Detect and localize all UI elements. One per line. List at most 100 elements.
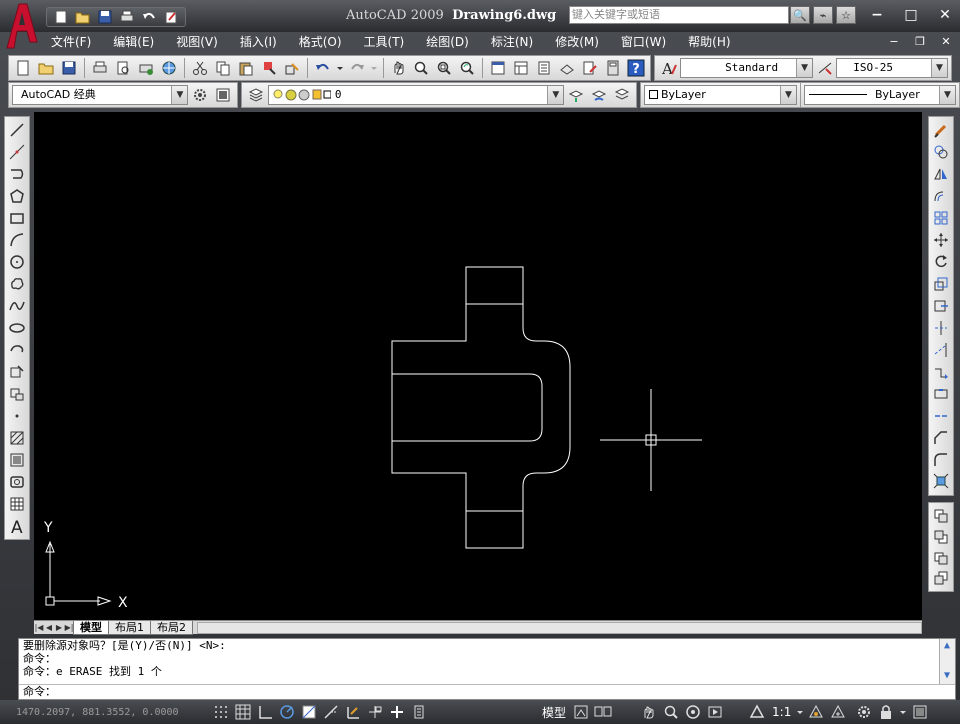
text-style-icon[interactable]: A xyxy=(658,57,679,79)
break-icon[interactable] xyxy=(930,383,952,404)
dynamic-input-icon[interactable] xyxy=(364,702,386,722)
spline-icon[interactable] xyxy=(6,296,28,317)
chamfer-icon[interactable] xyxy=(930,427,952,448)
chevron-down-icon[interactable]: ▼ xyxy=(171,86,188,104)
prev-tab-icon[interactable]: ◀ xyxy=(44,622,54,634)
doc-restore-icon[interactable]: ❐ xyxy=(914,36,926,48)
color-select[interactable]: ByLayer ▼ xyxy=(644,85,797,105)
ellipse-arc-icon[interactable] xyxy=(6,340,28,361)
3d-dwf-icon[interactable] xyxy=(158,57,180,79)
menu-dimension[interactable]: 标注(N) xyxy=(480,32,544,52)
next-tab-icon[interactable]: ▶ xyxy=(54,622,64,634)
revision-cloud-icon[interactable] xyxy=(6,274,28,295)
menu-modify[interactable]: 修改(M) xyxy=(544,32,610,52)
scale-icon[interactable] xyxy=(930,274,952,295)
tab-layout2[interactable]: 布局2 xyxy=(150,620,193,635)
break-at-point-icon[interactable] xyxy=(930,361,952,382)
hatch-icon[interactable] xyxy=(6,427,28,448)
bring-to-front-icon[interactable] xyxy=(930,506,952,526)
menu-format[interactable]: 格式(O) xyxy=(288,32,353,52)
new-icon[interactable] xyxy=(12,57,34,79)
properties-icon[interactable] xyxy=(487,57,509,79)
trim-icon[interactable] xyxy=(930,317,952,338)
redo-dropdown-icon[interactable] xyxy=(369,57,379,79)
layout-model-icon[interactable] xyxy=(570,702,592,722)
gradient-icon[interactable] xyxy=(6,449,28,470)
steeringwheel-icon[interactable] xyxy=(682,702,704,722)
save-icon[interactable] xyxy=(58,57,80,79)
polygon-icon[interactable] xyxy=(6,186,28,207)
clean-screen-icon[interactable] xyxy=(212,84,234,106)
publish-icon[interactable] xyxy=(135,57,157,79)
workspace-switching-gear-icon[interactable] xyxy=(853,702,875,722)
model-space-label[interactable]: 模型 xyxy=(538,704,570,721)
chevron-down-icon[interactable]: ▼ xyxy=(931,59,947,77)
chevron-down-icon[interactable]: ▼ xyxy=(796,59,813,77)
chevron-down-icon[interactable]: ▼ xyxy=(939,86,955,104)
pan-icon[interactable] xyxy=(638,702,660,722)
print-icon[interactable] xyxy=(117,8,137,26)
zoom-previous-icon[interactable] xyxy=(456,57,478,79)
extend-icon[interactable] xyxy=(930,339,952,360)
menu-window[interactable]: 窗口(W) xyxy=(610,32,677,52)
open-folder-icon[interactable] xyxy=(73,8,93,26)
favorites-star-icon[interactable]: ☆ xyxy=(836,6,856,24)
lineweight-icon[interactable] xyxy=(386,702,408,722)
doc-minimize-icon[interactable]: − xyxy=(888,36,900,48)
bottom-boss[interactable] xyxy=(465,510,524,549)
quickcalc-icon[interactable] xyxy=(602,57,624,79)
open-icon[interactable] xyxy=(35,57,57,79)
chevron-down-icon[interactable]: ▼ xyxy=(547,86,564,104)
zoom-realtime-icon[interactable] xyxy=(411,57,433,79)
plot-icon[interactable] xyxy=(89,57,111,79)
move-icon[interactable] xyxy=(930,230,952,251)
save-icon[interactable] xyxy=(95,8,115,26)
construction-line-icon[interactable] xyxy=(6,142,28,163)
sheet-set-manager-icon[interactable] xyxy=(556,57,578,79)
erase-icon[interactable] xyxy=(930,120,952,141)
plot-preview-icon[interactable] xyxy=(112,57,134,79)
doc-close-icon[interactable]: ✕ xyxy=(940,36,952,48)
circle-icon[interactable] xyxy=(6,252,28,273)
annotation-scale-icon[interactable] xyxy=(746,702,768,722)
offset-icon[interactable] xyxy=(930,186,952,207)
redo-icon[interactable] xyxy=(346,57,368,79)
array-icon[interactable] xyxy=(930,208,952,229)
object-snap-tracking-icon[interactable] xyxy=(320,702,342,722)
menu-edit[interactable]: 编辑(E) xyxy=(102,32,165,52)
polyline-icon[interactable] xyxy=(6,164,28,185)
quick-properties-icon[interactable] xyxy=(408,702,430,722)
zoom-window-icon[interactable] xyxy=(433,57,455,79)
fillet-icon[interactable] xyxy=(930,449,952,470)
edit-properties-icon[interactable] xyxy=(161,8,181,26)
ortho-mode-icon[interactable] xyxy=(254,702,276,722)
block-editor-icon[interactable] xyxy=(281,57,303,79)
main-outline[interactable] xyxy=(391,304,571,511)
arc-icon[interactable] xyxy=(6,230,28,251)
insert-block-icon[interactable] xyxy=(6,361,28,382)
text-style-select[interactable]: Standard ▼ xyxy=(680,58,814,78)
layer-previous-icon[interactable] xyxy=(588,84,610,106)
menu-insert[interactable]: 插入(I) xyxy=(229,32,288,52)
coordinate-readout[interactable]: 1470.2097, 881.3552, 0.0000 xyxy=(0,707,210,718)
workspace-settings-gear-icon[interactable] xyxy=(189,84,211,106)
snap-mode-icon[interactable] xyxy=(210,702,232,722)
annotation-visibility-icon[interactable] xyxy=(805,702,827,722)
undo-dropdown-icon[interactable] xyxy=(335,57,345,79)
toolbar-lock-icon[interactable] xyxy=(875,702,897,722)
chevron-down-icon[interactable] xyxy=(795,702,805,722)
minimize-icon[interactable]: − xyxy=(870,8,884,22)
annotation-scale-value[interactable]: 1:1 xyxy=(768,705,795,719)
layer-select[interactable]: 0 ▼ xyxy=(267,85,565,105)
menu-tools[interactable]: 工具(T) xyxy=(353,32,416,52)
undo-icon[interactable] xyxy=(139,8,159,26)
make-block-icon[interactable] xyxy=(6,383,28,404)
menu-draw[interactable]: 绘图(D) xyxy=(415,32,480,52)
search-icon[interactable]: 🔍 xyxy=(790,6,810,24)
dynamic-ucs-icon[interactable] xyxy=(342,702,364,722)
table-icon[interactable] xyxy=(6,493,28,514)
copy-object-icon[interactable] xyxy=(930,142,952,163)
workspace-select[interactable]: AutoCAD 经典 ▼ xyxy=(12,85,189,105)
dimension-style-icon[interactable] xyxy=(814,57,835,79)
top-boss[interactable] xyxy=(465,266,524,305)
